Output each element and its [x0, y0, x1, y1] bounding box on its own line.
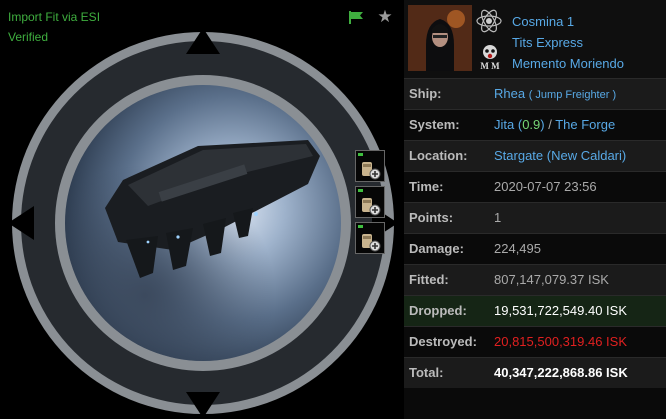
high-slot-2[interactable]: [355, 186, 385, 218]
ship-class-link[interactable]: ( Jump Freighter ): [529, 89, 616, 101]
time-row: Time: 2020-07-07 23:56: [404, 171, 666, 202]
flag-icon[interactable]: [348, 9, 366, 25]
points-row: Points: 1: [404, 202, 666, 233]
location-link[interactable]: Stargate (New Caldari): [494, 148, 626, 163]
pilot-name-link[interactable]: Cosmina 1: [512, 14, 574, 29]
fitted-row: Fitted: 807,147,079.37 ISK: [404, 264, 666, 295]
fitted-value: 807,147,079.37 ISK: [494, 272, 609, 287]
destroyed-label: Destroyed:: [409, 334, 477, 349]
damage-value: 224,495: [494, 241, 541, 256]
cargo-container-icon: [362, 198, 381, 216]
alliance-logo[interactable]: M M: [474, 40, 506, 72]
killmail-details: M M Cosmina 1 Tits Express Memento Morie…: [404, 0, 666, 419]
location-label: Location:: [409, 148, 468, 163]
ship-name-link[interactable]: Rhea: [494, 86, 525, 101]
dropped-row: Dropped: 19,531,722,549.40 ISK: [404, 295, 666, 326]
corporation-logo[interactable]: [474, 6, 504, 36]
points-label: Points:: [409, 210, 454, 225]
dropped-label: Dropped:: [409, 303, 467, 318]
cargo-container-icon: [362, 234, 381, 252]
region-link[interactable]: The Forge: [555, 117, 615, 132]
dropped-value: 19,531,722,549.40 ISK: [494, 303, 628, 318]
total-row: Total: 40,347,222,868.86 ISK: [404, 357, 666, 388]
high-slot-3[interactable]: [355, 222, 385, 254]
location-row: Location: Stargate (New Caldari): [404, 140, 666, 171]
high-slot-1[interactable]: [355, 150, 385, 182]
system-row: System: Jita (0.9) / The Forge: [404, 109, 666, 140]
total-label: Total:: [409, 365, 444, 380]
corporation-name-link[interactable]: Tits Express: [512, 35, 583, 50]
ship-label: Ship:: [409, 86, 442, 101]
time-value: 2020-07-07 23:56: [494, 179, 597, 194]
system-name-link[interactable]: Jita: [494, 117, 514, 132]
svg-text:M M: M M: [480, 61, 500, 71]
security-status: 0.9: [522, 117, 541, 132]
victim-header: M M Cosmina 1 Tits Express Memento Morie…: [404, 0, 666, 78]
ship-row: Ship: Rhea ( Jump Freighter ): [404, 78, 666, 109]
fitted-label: Fitted:: [409, 272, 449, 287]
import-fit-esi-link[interactable]: Import Fit via ESI: [8, 10, 100, 24]
damage-row: Damage: 224,495: [404, 233, 666, 264]
security-open-paren: (: [514, 117, 523, 132]
destroyed-value: 20,815,500,319.46 ISK: [494, 334, 628, 349]
system-label: System:: [409, 117, 460, 132]
points-value: 1: [494, 210, 502, 225]
alliance-name-link[interactable]: Memento Moriendo: [512, 56, 624, 71]
cargo-container-icon: [362, 162, 381, 180]
damage-label: Damage:: [409, 241, 464, 256]
star-icon[interactable]: ★: [376, 8, 394, 25]
fitting-panel: Import Fit via ESI Verified ★: [0, 0, 404, 419]
fitting-wheel: [8, 28, 398, 418]
total-value: 40,347,222,868.86 ISK: [494, 365, 628, 380]
time-label: Time:: [409, 179, 444, 194]
system-region-separator: /: [544, 117, 556, 132]
pilot-portrait[interactable]: [408, 5, 472, 71]
destroyed-row: Destroyed: 20,815,500,319.46 ISK: [404, 326, 666, 357]
